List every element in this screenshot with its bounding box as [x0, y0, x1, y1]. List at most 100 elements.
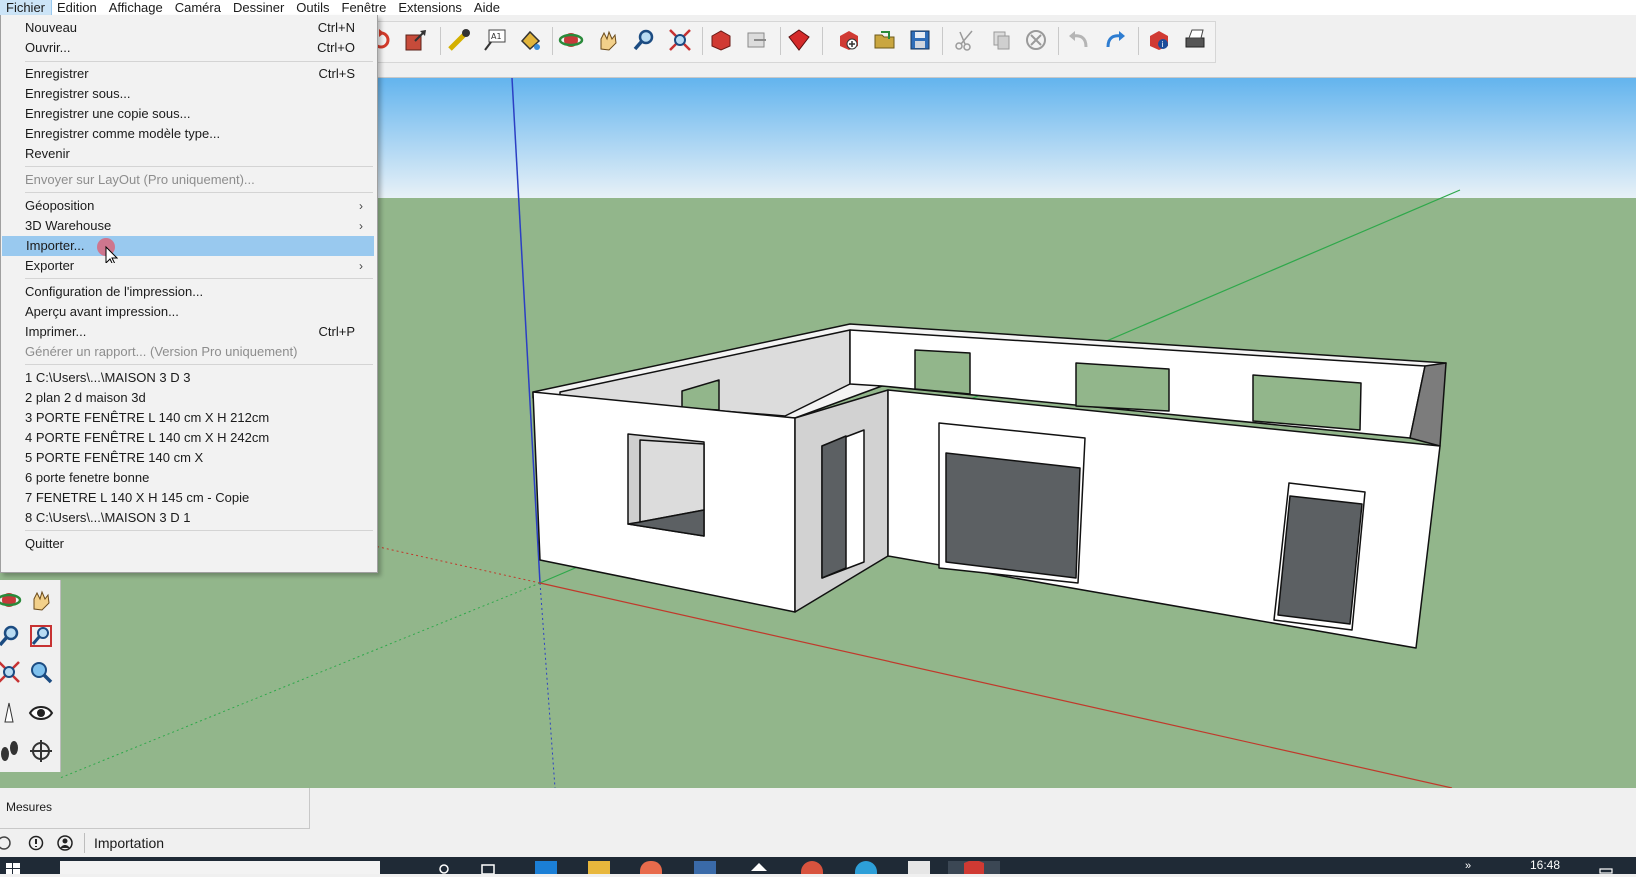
- menu-item-label: Quitter: [25, 536, 65, 551]
- pan-icon[interactable]: [593, 25, 623, 55]
- menu-extensions[interactable]: Extensions: [392, 0, 468, 15]
- recent-file-3[interactable]: 3 PORTE FENÊTRE L 140 cm X H 212cm: [1, 408, 373, 428]
- erase-icon[interactable]: [1021, 25, 1051, 55]
- menu-item-enregistrer-copie[interactable]: Enregistrer une copie sous...: [1, 104, 373, 124]
- recent-file-7[interactable]: 7 FENETRE L 140 X H 145 cm - Copie: [1, 488, 373, 508]
- menu-item-imprimer[interactable]: Imprimer... Ctrl+P: [1, 322, 373, 342]
- menu-fichier[interactable]: Fichier: [0, 0, 53, 16]
- screen-recorder-icon[interactable]: [908, 861, 930, 874]
- model-info-icon[interactable]: i: [1144, 25, 1174, 55]
- measures-box[interactable]: Mesures: [0, 788, 310, 829]
- menu-item-apercu[interactable]: Aperçu avant impression...: [1, 302, 373, 322]
- menu-item-enregistrer-modele[interactable]: Enregistrer comme modèle type...: [1, 124, 373, 144]
- menu-outils[interactable]: Outils: [290, 0, 335, 15]
- start-icon[interactable]: [6, 861, 20, 874]
- document-app-icon[interactable]: [694, 861, 716, 874]
- open-icon[interactable]: [870, 25, 900, 55]
- zoom-extents-tool-icon[interactable]: [0, 659, 22, 685]
- zoom-tool-icon[interactable]: [0, 623, 22, 649]
- look-around-icon[interactable]: [28, 700, 54, 726]
- zoom-icon[interactable]: [629, 25, 659, 55]
- copy-icon[interactable]: [986, 25, 1016, 55]
- orbit-tool-icon[interactable]: [0, 587, 22, 613]
- task-view-icon[interactable]: [477, 861, 499, 875]
- zoom-extents-icon[interactable]: [665, 25, 695, 55]
- taskbar-search-box[interactable]: [60, 861, 380, 874]
- menu-edition[interactable]: Edition: [51, 0, 103, 15]
- recent-file-6[interactable]: 6 porte fenetre bonne: [1, 468, 373, 488]
- notification-icon[interactable]: [1598, 861, 1614, 874]
- menu-item-quitter[interactable]: Quitter: [1, 534, 373, 554]
- status-bar: Importation: [0, 829, 1636, 857]
- overflow-chevron-icon[interactable]: »: [1465, 861, 1479, 874]
- shortcut-label: Ctrl+P: [318, 324, 355, 339]
- menu-fenetre[interactable]: Fenêtre: [336, 0, 393, 15]
- menu-item-importer[interactable]: Importer...: [2, 236, 374, 256]
- menu-bar: Fichier Edition Affichage Caméra Dessine…: [0, 0, 1636, 16]
- menu-item-label: Aperçu avant impression...: [25, 304, 179, 319]
- recent-file-5[interactable]: 5 PORTE FENÊTRE 140 cm X: [1, 448, 373, 468]
- walk-icon[interactable]: [0, 738, 22, 764]
- home-app-icon[interactable]: [748, 861, 770, 874]
- media-app-icon[interactable]: [801, 861, 823, 874]
- menu-item-label: 3 PORTE FENÊTRE L 140 cm X H 212cm: [25, 410, 270, 425]
- zoom-window-icon[interactable]: [28, 623, 54, 649]
- user-account-icon[interactable]: [57, 835, 73, 851]
- menu-item-label: Générer un rapport... (Version Pro uniqu…: [25, 344, 298, 359]
- menu-item-3d-warehouse[interactable]: 3D Warehouse ›: [1, 216, 373, 236]
- recent-file-1[interactable]: 1 C:\Users\...\MAISON 3 D 3: [1, 368, 373, 388]
- section-plane-icon[interactable]: [28, 738, 54, 764]
- submenu-arrow-icon: ›: [359, 259, 363, 273]
- extension-warehouse-icon[interactable]: [784, 25, 814, 55]
- text-icon[interactable]: A1: [480, 25, 510, 55]
- share-model-icon[interactable]: [742, 25, 772, 55]
- menu-item-ouvrir[interactable]: Ouvrir... Ctrl+O: [1, 38, 373, 58]
- orbit-icon[interactable]: [556, 25, 586, 55]
- cut-icon[interactable]: [950, 25, 980, 55]
- menu-item-geoposition[interactable]: Géoposition ›: [1, 196, 373, 216]
- menu-affichage[interactable]: Affichage: [103, 0, 169, 15]
- 3d-warehouse-icon[interactable]: [706, 25, 736, 55]
- paint-app-icon[interactable]: [640, 861, 662, 874]
- file-menu-dropdown: Nouveau Ctrl+N Ouvrir... Ctrl+O Enregistre…: [0, 15, 378, 573]
- shortcut-label: Ctrl+S: [318, 66, 355, 81]
- paint-bucket-icon[interactable]: [515, 25, 545, 55]
- file-explorer-icon[interactable]: [588, 861, 610, 874]
- menu-aide[interactable]: Aide: [468, 0, 506, 15]
- browser-icon[interactable]: [855, 861, 877, 874]
- menu-item-enregistrer[interactable]: Enregistrer Ctrl+S: [1, 64, 373, 84]
- menu-item-exporter[interactable]: Exporter ›: [1, 256, 373, 276]
- scale-icon[interactable]: [401, 25, 431, 55]
- menu-camera[interactable]: Caméra: [169, 0, 227, 15]
- svg-text:i: i: [1162, 40, 1164, 49]
- menu-item-label: Importer...: [26, 238, 85, 253]
- tape-measure-icon[interactable]: [444, 25, 474, 55]
- recent-file-2[interactable]: 2 plan 2 d maison 3d: [1, 388, 373, 408]
- search-icon[interactable]: [433, 861, 455, 874]
- menu-item-label: 2 plan 2 d maison 3d: [25, 390, 146, 405]
- store-icon[interactable]: [535, 861, 557, 874]
- print-icon[interactable]: [1180, 25, 1210, 55]
- add-location-icon[interactable]: [834, 25, 864, 55]
- recent-file-8[interactable]: 8 C:\Users\...\MAISON 3 D 1: [1, 508, 373, 528]
- undo-icon[interactable]: [1064, 25, 1094, 55]
- menu-item-config-impression[interactable]: Configuration de l'impression...: [1, 282, 373, 302]
- menu-item-generer-rapport: Générer un rapport... (Version Pro uniqu…: [1, 342, 373, 362]
- menu-item-label: Enregistrer comme modèle type...: [25, 126, 221, 141]
- menu-item-label: Enregistrer une copie sous...: [25, 106, 191, 121]
- menu-item-label: Exporter: [25, 258, 75, 273]
- previous-view-icon[interactable]: [28, 659, 54, 685]
- menu-item-revenir[interactable]: Revenir: [1, 144, 373, 164]
- menu-dessiner[interactable]: Dessiner: [227, 0, 290, 15]
- menu-item-nouveau[interactable]: Nouveau Ctrl+N: [1, 18, 373, 38]
- geolocation-icon[interactable]: [0, 835, 12, 851]
- sketchup-task-button[interactable]: [948, 859, 1000, 874]
- credits-icon[interactable]: [28, 835, 44, 851]
- save-icon[interactable]: [905, 25, 935, 55]
- redo-icon[interactable]: [1100, 25, 1130, 55]
- recent-file-4[interactable]: 4 PORTE FENÊTRE L 140 cm X H 242cm: [1, 428, 373, 448]
- menu-separator: [25, 530, 373, 531]
- position-camera-icon[interactable]: [0, 700, 22, 726]
- menu-item-enregistrer-sous[interactable]: Enregistrer sous...: [1, 84, 373, 104]
- pan-tool-icon[interactable]: [28, 587, 54, 613]
